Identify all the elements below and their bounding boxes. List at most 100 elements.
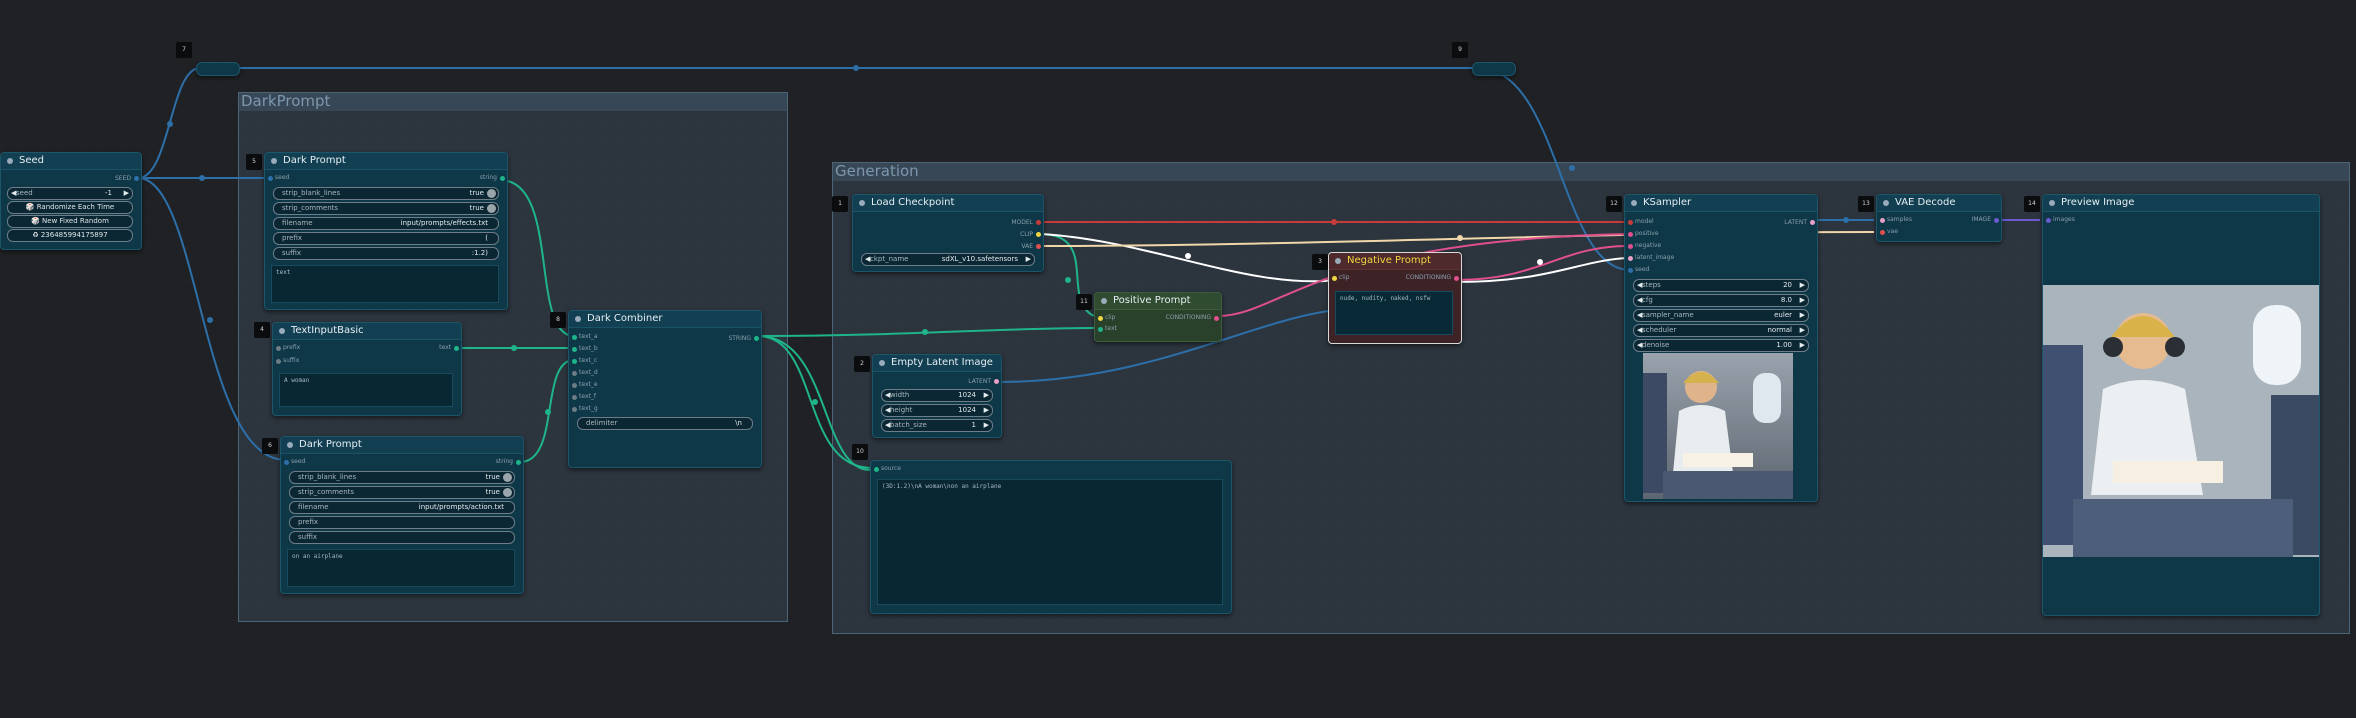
node-title: Load Checkpoint	[853, 195, 1043, 212]
ksampler-input-label: positive	[1635, 230, 1659, 237]
combiner-input-label: text_g	[579, 405, 598, 412]
load-checkpoint-node[interactable]: Load Checkpoint MODEL CLIP VAE ◀ ckpt_nam…	[852, 194, 1044, 272]
input-slot-dot[interactable]	[572, 347, 577, 352]
input-slot-dot[interactable]	[1628, 220, 1633, 225]
suffix-field[interactable]: suffix	[289, 531, 515, 544]
input-slot-dot[interactable]	[276, 359, 281, 364]
output-slot-dot[interactable]	[754, 336, 759, 341]
seed-node[interactable]: Seed SEED ◀ seed -1 ▶ 🎲 Randomize Each Time…	[0, 152, 142, 250]
filename-field[interactable]: filename input/prompts/effects.txt	[273, 217, 499, 230]
batch-size-stepper[interactable]: ◀ batch_size 1 ▶	[881, 419, 993, 432]
negative-prompt-node[interactable]: Negative Prompt clip CONDITIONING nude, …	[1328, 252, 1462, 344]
ksampler-node[interactable]: KSampler model positive negative latent_ima…	[1624, 194, 1818, 502]
node-title: Positive Prompt	[1095, 293, 1221, 310]
output-slot-dot[interactable]	[1454, 276, 1459, 281]
vae-decode-node[interactable]: VAE Decode samples vae IMAGE	[1876, 194, 2002, 242]
input-slot-dot[interactable]	[1628, 244, 1633, 249]
input-slot-dot[interactable]	[572, 407, 577, 412]
seed-value-widget[interactable]: ◀ seed -1 ▶	[7, 187, 133, 200]
input-slot-dot[interactable]	[1628, 268, 1633, 273]
dark-prompt-node-2[interactable]: Dark Prompt seed string strip_blank_line…	[280, 436, 524, 594]
input-slot-dot[interactable]	[572, 383, 577, 388]
text-input-label: text	[1105, 325, 1117, 332]
output-slot-dot[interactable]	[134, 176, 139, 181]
scheduler-select[interactable]: ◀ scheduler normal ▶	[1633, 324, 1809, 337]
strip-blank-lines-toggle[interactable]: strip_blank_lines true	[289, 471, 515, 484]
node-id-badge: 14	[2024, 196, 2040, 212]
text-input-area[interactable]: A woman	[279, 373, 453, 407]
input-slot-dot[interactable]	[1332, 276, 1337, 281]
output-slot-dot[interactable]	[1036, 220, 1041, 225]
output-slot-dot[interactable]	[500, 176, 505, 181]
positive-prompt-node[interactable]: Positive Prompt clip text CONDITIONING	[1094, 292, 1222, 342]
clip-input-label: clip	[1105, 314, 1116, 321]
node-title: Seed	[1, 153, 141, 170]
output-slot-dot[interactable]	[1036, 232, 1041, 237]
input-slot-dot[interactable]	[1098, 316, 1103, 321]
seed-input-label: seed	[291, 458, 306, 465]
input-slot-dot[interactable]	[572, 335, 577, 340]
cfg-stepper[interactable]: ◀ cfg 8.0 ▶	[1633, 294, 1809, 307]
input-slot-dot[interactable]	[1880, 218, 1885, 223]
node-title: Negative Prompt	[1329, 253, 1461, 270]
model-output-label: MODEL	[1011, 219, 1033, 226]
prefix-field[interactable]: prefix	[289, 516, 515, 529]
input-slot-dot[interactable]	[268, 176, 273, 181]
text-display-node[interactable]: source (3D:1.2)\nA woman\non an airplane	[870, 460, 1232, 614]
reroute-id-badge: 7	[176, 42, 192, 58]
randomize-button[interactable]: 🎲 Randomize Each Time	[7, 201, 133, 214]
input-slot-dot[interactable]	[572, 395, 577, 400]
output-slot-dot[interactable]	[1036, 244, 1041, 249]
reroute-node-1[interactable]	[196, 62, 240, 76]
strip-comments-toggle[interactable]: strip_comments true	[273, 202, 499, 215]
text-output-label: text	[439, 344, 451, 351]
input-slot-dot[interactable]	[2046, 218, 2051, 223]
output-slot-dot[interactable]	[516, 460, 521, 465]
input-slot-dot[interactable]	[572, 359, 577, 364]
input-slot-dot[interactable]	[284, 460, 289, 465]
reroute-node-2[interactable]	[1472, 62, 1516, 76]
dark-prompt-node-1[interactable]: Dark Prompt seed string strip_blank_line…	[264, 152, 508, 310]
images-input-label: images	[2053, 216, 2075, 223]
output-slot-dot[interactable]	[994, 379, 999, 384]
node-id-badge: 6	[262, 438, 278, 454]
text-input-basic-node[interactable]: TextInputBasic prefix suffix text A woma…	[272, 322, 462, 416]
suffix-field[interactable]: suffix:1.2)	[273, 247, 499, 260]
text-output-area[interactable]: text	[271, 265, 499, 303]
steps-stepper[interactable]: ◀ steps 20 ▶	[1633, 279, 1809, 292]
node-title: Preview Image	[2043, 195, 2319, 212]
ckpt-name-select[interactable]: ◀ ckpt_name sdXL_v10.safetensors ▶	[861, 253, 1035, 266]
denoise-stepper[interactable]: ◀ denoise 1.00 ▶	[1633, 339, 1809, 352]
input-slot-dot[interactable]	[1628, 256, 1633, 261]
text-output-area[interactable]: on an airplane	[287, 549, 515, 587]
input-slot-dot[interactable]	[874, 467, 879, 472]
reroute-id-badge: 9	[1452, 42, 1468, 58]
filename-field[interactable]: filename input/prompts/action.txt	[289, 501, 515, 514]
delimiter-field[interactable]: delimiter \n	[577, 417, 753, 430]
dark-combiner-node[interactable]: Dark Combiner text_a text_b text_c text_d te…	[568, 310, 762, 468]
negative-text-area[interactable]: nude, nudity, naked, nsfw	[1335, 291, 1453, 335]
empty-latent-image-node[interactable]: Empty Latent Image LATENT ◀ width 1024 ▶ ◀ h…	[872, 354, 1002, 438]
last-seed-button[interactable]: ♻ 236485994175897	[7, 229, 133, 242]
input-slot-dot[interactable]	[1880, 230, 1885, 235]
output-slot-dot[interactable]	[1994, 218, 1999, 223]
prefix-field[interactable]: prefix(	[273, 232, 499, 245]
strip-comments-toggle[interactable]: strip_comments true	[289, 486, 515, 499]
new-fixed-random-button[interactable]: 🎲 New Fixed Random	[7, 215, 133, 228]
input-slot-dot[interactable]	[572, 371, 577, 376]
input-slot-dot[interactable]	[1628, 232, 1633, 237]
output-slot-dot[interactable]	[454, 346, 459, 351]
combiner-input-label: text_a	[579, 333, 598, 340]
output-slot-dot[interactable]	[1214, 316, 1219, 321]
input-slot-dot[interactable]	[276, 346, 281, 351]
height-stepper[interactable]: ◀ height 1024 ▶	[881, 404, 993, 417]
width-stepper[interactable]: ◀ width 1024 ▶	[881, 389, 993, 402]
text-display-area[interactable]: (3D:1.2)\nA woman\non an airplane	[877, 479, 1223, 605]
input-slot-dot[interactable]	[1098, 327, 1103, 332]
output-slot-dot[interactable]	[1810, 220, 1815, 225]
string-output-label: STRING	[728, 335, 751, 342]
strip-blank-lines-toggle[interactable]: strip_blank_lines true	[273, 187, 499, 200]
suffix-input-label: suffix	[283, 357, 300, 364]
preview-image-node[interactable]: Preview Image images	[2042, 194, 2320, 616]
sampler-name-select[interactable]: ◀ sampler_name euler ▶	[1633, 309, 1809, 322]
